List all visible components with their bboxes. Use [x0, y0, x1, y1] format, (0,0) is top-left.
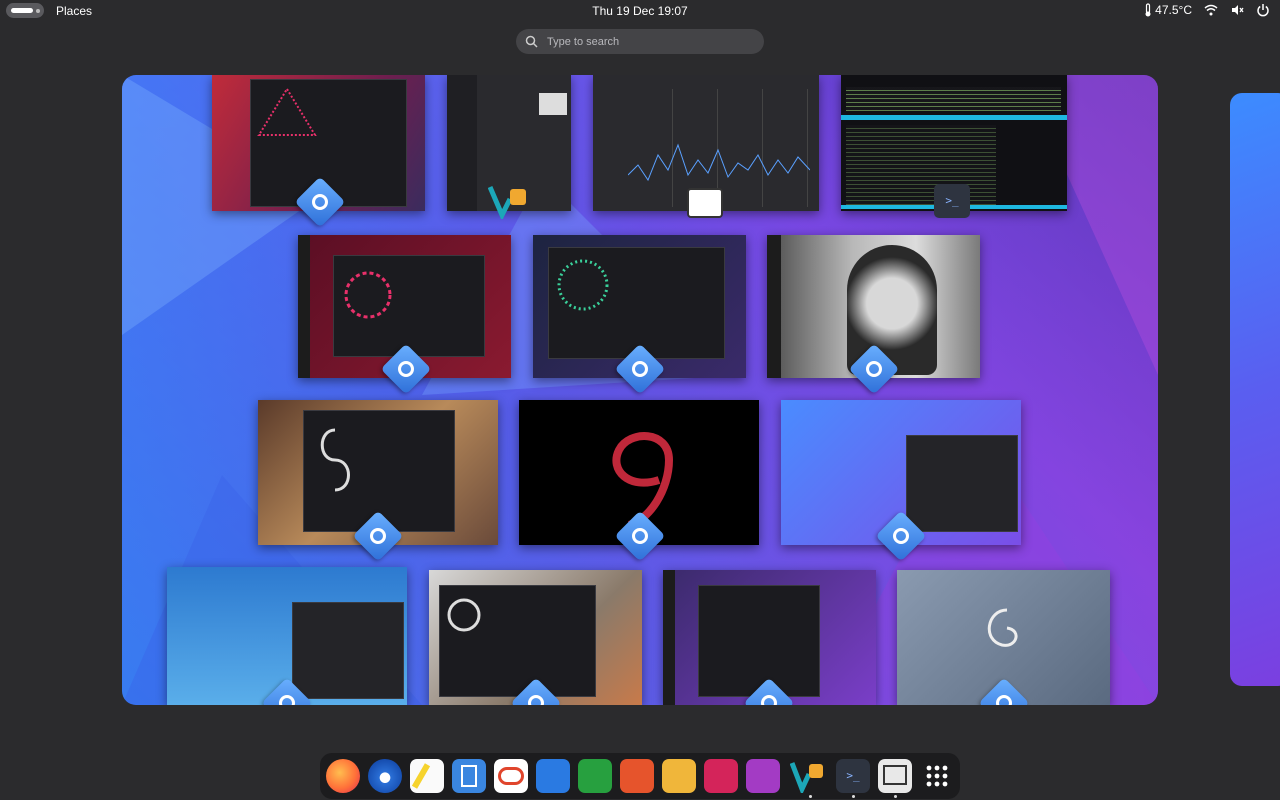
- temperature-indicator[interactable]: 47.5°C: [1144, 3, 1192, 17]
- search-icon: [525, 35, 538, 48]
- terminal-icon: >_: [934, 184, 970, 218]
- vscodium-icon[interactable]: [789, 759, 824, 796]
- draw-icon[interactable]: [662, 759, 696, 793]
- vscodium-icon: [487, 183, 528, 221]
- show-apps-icon[interactable]: [920, 759, 954, 793]
- writer-icon[interactable]: [536, 759, 570, 793]
- running-indicator: [852, 795, 855, 798]
- active-workspace-dot: [11, 8, 33, 13]
- document-viewer-icon[interactable]: [452, 759, 486, 793]
- volume-muted-icon[interactable]: [1230, 3, 1244, 17]
- calc-icon[interactable]: [578, 759, 612, 793]
- search-input[interactable]: [545, 34, 749, 49]
- text-editor-icon[interactable]: [410, 759, 444, 793]
- math-icon[interactable]: [704, 759, 738, 793]
- impress-icon[interactable]: [620, 759, 654, 793]
- running-indicator: [894, 795, 897, 798]
- power-icon[interactable]: [1256, 3, 1270, 17]
- running-indicator: [809, 795, 812, 798]
- thunderbird-icon[interactable]: [368, 759, 402, 793]
- base-icon[interactable]: [746, 759, 780, 793]
- next-workspace-thumbnail[interactable]: [1230, 93, 1280, 686]
- system-monitor-icon[interactable]: [878, 759, 912, 793]
- thermometer-icon: [1145, 3, 1151, 17]
- workspace-dot: [36, 9, 40, 13]
- top-bar: Places Thu 19 Dec 19:07 47.5°C: [0, 0, 1280, 22]
- dash: >_: [320, 753, 960, 799]
- temperature-value: 47.5°C: [1155, 3, 1192, 17]
- workspace-thumbnail[interactable]: >_: [122, 75, 1158, 705]
- terminal-icon[interactable]: >_: [836, 759, 870, 793]
- places-menu[interactable]: Places: [56, 4, 92, 18]
- system-tray[interactable]: 47.5°C: [1144, 3, 1270, 17]
- firefox-icon[interactable]: [326, 759, 360, 793]
- search-bar[interactable]: [516, 29, 764, 54]
- system-monitor-icon: [687, 188, 723, 218]
- clock[interactable]: Thu 19 Dec 19:07: [592, 4, 687, 18]
- dconf-editor-icon[interactable]: [494, 759, 528, 793]
- wifi-icon[interactable]: [1204, 3, 1218, 17]
- activities-indicator[interactable]: [6, 3, 44, 18]
